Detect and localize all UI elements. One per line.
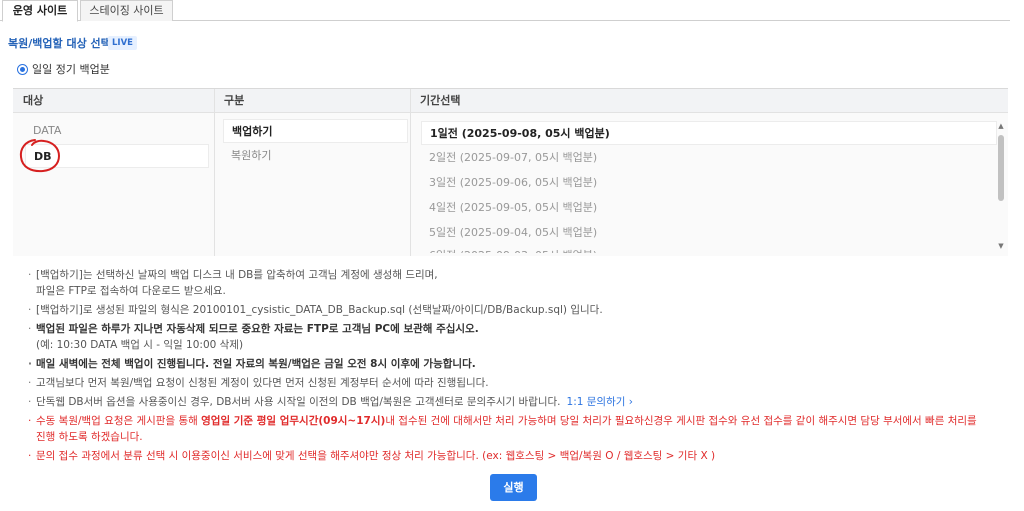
target-item-data[interactable]: DATA	[25, 119, 209, 143]
table-header: 대상 구분 기간선택	[13, 89, 1008, 113]
run-button[interactable]: 실행	[490, 474, 537, 501]
period-item[interactable]: 1일전 (2025-09-08, 05시 백업분)	[421, 121, 997, 145]
radio-label: 일일 정기 백업분	[32, 63, 110, 76]
header-target: 대상	[23, 94, 44, 107]
live-badge: LIVE	[108, 36, 137, 50]
target-item-db[interactable]: DB	[25, 144, 209, 168]
tab-production-site[interactable]: 운영 사이트	[2, 0, 78, 22]
scroll-down-icon[interactable]: ▼	[996, 241, 1006, 251]
tab-staging-site[interactable]: 스테이징 사이트	[80, 0, 173, 21]
note-item: 매일 새벽에는 전체 백업이 진행됩니다. 전일 자료의 복원/백업은 금일 오…	[28, 356, 998, 372]
period-item[interactable]: 2일전 (2025-09-07, 05시 백업분)	[421, 146, 997, 170]
notes-list: [백업하기]는 선택하신 날짜의 백업 디스크 내 DB를 압축하여 고객님 계…	[28, 267, 998, 467]
header-period: 기간선택	[420, 94, 461, 107]
note-item: 단독웹 DB서버 옵션을 사용중이신 경우, DB서버 사용 시작일 이전의 D…	[28, 394, 998, 410]
period-item[interactable]: 3일전 (2025-09-06, 05시 백업분)	[421, 171, 997, 195]
scroll-up-icon[interactable]: ▲	[996, 121, 1006, 131]
note-item: [백업하기]는 선택하신 날짜의 백업 디스크 내 DB를 압축하여 고객님 계…	[28, 267, 998, 299]
daily-backup-radio-row[interactable]: 일일 정기 백업분	[17, 61, 110, 77]
note-item: 고객님보다 먼저 복원/백업 요청이 신청된 계정이 있다면 먼저 신청된 계정…	[28, 375, 998, 391]
note-item: [백업하기]로 생성된 파일의 형식은 20100101_cysistic_DA…	[28, 302, 998, 318]
table-body: DATA DB 백업하기 복원하기 1일전 (2025-09-08, 05시 백…	[13, 113, 1008, 256]
column-divider	[410, 89, 411, 256]
note-item: 백업된 파일은 하루가 지나면 자동삭제 되므로 중요한 자료는 FTP로 고객…	[28, 321, 998, 353]
header-type: 구분	[224, 94, 245, 107]
period-list[interactable]: 1일전 (2025-09-08, 05시 백업분) 2일전 (2025-09-0…	[421, 119, 1009, 253]
type-item-backup[interactable]: 백업하기	[223, 119, 408, 143]
note-item-warning: 수동 복원/백업 요청은 게시판을 통해 영업일 기준 평일 업무시간(09시~…	[28, 413, 998, 445]
radio-selected-icon[interactable]	[17, 63, 28, 75]
type-item-restore[interactable]: 복원하기	[223, 144, 408, 168]
period-scrollbar[interactable]: ▲ ▼	[996, 121, 1006, 251]
backup-selection-table: 대상 구분 기간선택 DATA DB 백업하기 복원하기 1일전 (2025-0…	[13, 88, 1008, 256]
inquiry-link[interactable]: 1:1 문의하기 ›	[567, 396, 633, 408]
note-item-warning: 문의 접수 과정에서 분류 선택 시 이용중이신 서비스에 맞게 선택을 해주셔…	[28, 448, 998, 464]
period-item[interactable]: 4일전 (2025-09-05, 05시 백업분)	[421, 196, 997, 220]
period-item[interactable]: 5일전 (2025-09-04, 05시 백업분)	[421, 221, 997, 245]
scrollbar-thumb[interactable]	[998, 135, 1004, 201]
site-tabs: 운영 사이트 스테이징 사이트	[0, 0, 1010, 22]
section-title: 복원/백업할 대상 선택	[8, 37, 111, 50]
period-item[interactable]: 6일전 (2025-09-03, 05시 백업분)	[421, 244, 997, 253]
column-divider	[214, 89, 215, 256]
